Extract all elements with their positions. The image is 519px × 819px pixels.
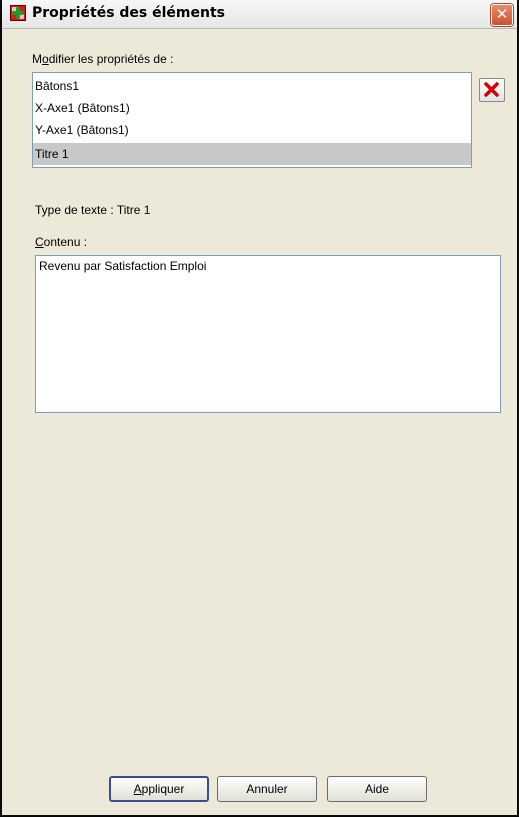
cancel-button[interactable]: Annuler xyxy=(217,776,317,802)
list-item-x-axis[interactable]: X-Axe1 (Bâtons1) xyxy=(33,97,471,119)
text-type-label: Type de texte : Titre 1 xyxy=(35,203,151,217)
red-x-icon xyxy=(484,82,499,97)
delete-element-button[interactable] xyxy=(479,78,505,102)
list-item-y-axis[interactable]: Y-Axe1 (Bâtons1) xyxy=(33,119,471,141)
content-textarea[interactable]: Revenu par Satisfaction Emploi xyxy=(35,255,501,413)
list-item-batons1[interactable]: Bâtons1 xyxy=(33,75,471,97)
content-label: Contenu : xyxy=(35,235,88,249)
help-button[interactable]: Aide xyxy=(327,776,427,802)
elements-list[interactable]: Bâtons1 X-Axe1 (Bâtons1) Y-Axe1 (Bâtons1… xyxy=(32,72,472,168)
properties-icon xyxy=(10,5,26,21)
close-icon: ✕ xyxy=(495,6,509,23)
close-button[interactable]: ✕ xyxy=(491,4,513,26)
properties-dialog: Propriétés des éléments ✕ Modifier les p… xyxy=(0,0,519,817)
list-item-title1[interactable]: Titre 1 xyxy=(33,143,471,165)
title-bar[interactable]: Propriétés des éléments ✕ xyxy=(2,0,517,29)
apply-button[interactable]: Appliquer xyxy=(109,776,209,802)
window-title: Propriétés des éléments xyxy=(32,5,225,21)
modify-properties-label: Modifier les propriétés de : xyxy=(32,52,174,66)
